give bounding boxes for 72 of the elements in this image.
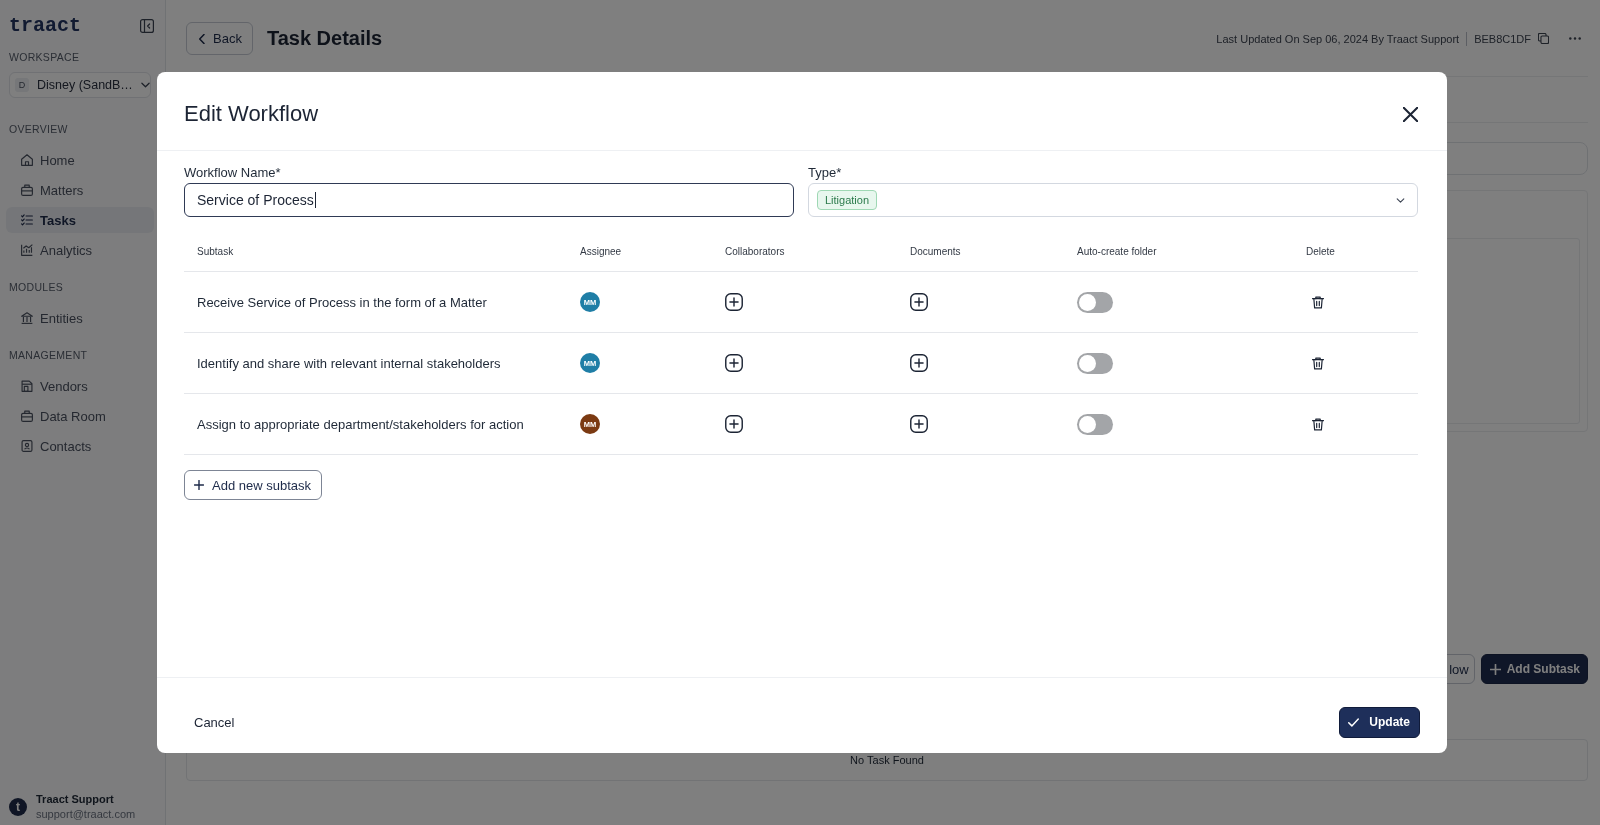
subtask-name: Identify and share with relevant internal stakeholders [197,355,501,371]
building-columns-icon [21,312,33,324]
plus-icon[interactable] [725,354,743,372]
section-label: OVERVIEW [9,122,69,136]
empty-state-text: No Task Found [850,754,924,766]
close-icon[interactable] [1403,106,1418,122]
nav-item[interactable]: Tasks [6,207,154,233]
contact-card-icon [21,440,33,452]
chevron-down-icon [140,82,150,88]
last-updated-text: Last Updated On Sep 06, 2024 By Traact Support [1216,32,1460,45]
section-label: WORKSPACE [9,50,81,64]
user-name: Traact Support [36,792,115,807]
nav-item[interactable]: Vendors [6,373,154,399]
nav-item[interactable]: Data Room [6,403,154,429]
field-label: Type* [808,165,843,181]
trash-icon[interactable] [1312,417,1324,431]
action-button[interactable]: Add Subtask [1480,654,1588,684]
chart-icon [21,244,33,256]
column-header: Assignee [580,245,622,257]
user-email: support@traact.com [36,807,136,822]
plus-icon[interactable] [910,293,928,311]
column-header: Collaborators [725,245,785,257]
dialog-title: Edit Workflow [184,101,319,127]
plus-icon[interactable] [725,415,743,433]
copy-icon[interactable] [1538,33,1549,44]
chevron-down-icon [1396,197,1405,203]
nav-item[interactable]: Matters [6,177,154,203]
input-field[interactable]: Service of Process [184,183,794,217]
briefcase-icon [21,184,33,196]
type-select[interactable]: Litigation [808,183,1418,217]
panel-collapse-icon[interactable] [140,19,154,33]
task-id: BEB8C1DF [1474,32,1531,45]
workspace-dropdown[interactable]: D Disney (SandB… [9,72,151,98]
type-tag: Litigation [817,190,878,210]
update-button[interactable]: Update [1339,706,1420,738]
plus-icon[interactable] [910,415,928,433]
column-header: Delete [1306,245,1335,257]
ellipsis-icon[interactable] [1569,37,1581,40]
plus-icon [194,480,204,490]
toggle-switch[interactable] [1077,291,1113,313]
trash-icon[interactable] [1312,295,1324,309]
briefcase-icon [21,410,33,422]
check-icon [1348,717,1360,727]
nav-item[interactable]: Entities [6,305,154,331]
back-button[interactable]: Back [186,22,253,55]
logo: traact [9,15,81,37]
plus-icon [1489,663,1501,675]
home-icon [21,154,33,166]
trash-icon[interactable] [1312,356,1324,370]
nav-item[interactable]: Analytics [6,237,154,263]
column-header: Subtask [197,245,234,257]
field-label: Workflow Name* [184,165,282,181]
add-subtask-button[interactable]: Add new subtask [184,470,322,500]
column-header: Documents [910,245,961,257]
chevron-left-icon [199,33,205,44]
page-title: Task Details [266,27,383,50]
section-label: MANAGEMENT [9,348,89,362]
plus-icon[interactable] [725,293,743,311]
subtask-name: Assign to appropriate department/stakeholders for action [197,416,524,432]
nav-item[interactable]: Home [6,147,154,173]
subtask-name: Receive Service of Process in the form of a Matter [197,294,487,310]
user-avatar: t [9,798,27,816]
workspace-avatar: D [15,78,29,92]
plus-icon[interactable] [910,354,928,372]
toggle-switch[interactable] [1077,413,1113,435]
section-label: MODULES [9,280,65,294]
checklist-icon [21,214,33,226]
nav-item[interactable]: Contacts [6,433,154,459]
store-icon [21,380,33,392]
column-header: Auto-create folder [1077,245,1157,257]
cancel-button[interactable]: Cancel [184,707,245,737]
toggle-switch[interactable] [1077,352,1113,374]
